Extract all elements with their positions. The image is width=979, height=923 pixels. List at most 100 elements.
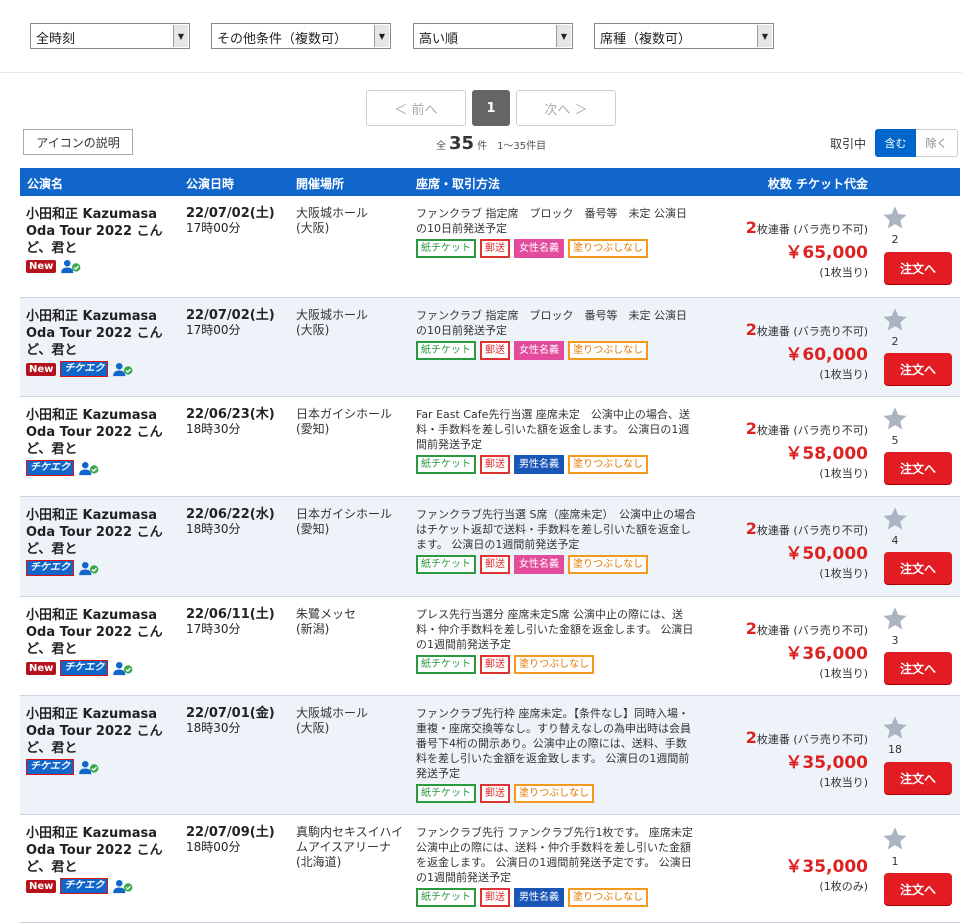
ticket-exchange-badge: チケエク (60, 361, 109, 377)
verified-user-icon (78, 760, 99, 775)
order-button[interactable]: 注文へ (884, 552, 952, 584)
badges: New チケエク (26, 878, 176, 894)
ticket-exchange-badge: チケエク (26, 560, 74, 576)
venue-region: (愛知) (296, 422, 330, 436)
name-holder-tag: 男性名義 (514, 455, 564, 474)
listing-row: 小田和正 Kazumasa Oda Tour 2022 こんど、君と チケエク … (20, 696, 960, 815)
favorite-star-icon[interactable] (881, 505, 909, 533)
favorite-star-icon[interactable] (881, 825, 909, 853)
trade-tags: 紙チケット 郵送 女性名義 塗りつぶしなし (416, 341, 696, 360)
other-conditions-select[interactable]: その他条件（複数可） ▼ (211, 23, 391, 49)
quantity-text: 2枚連番 (バラ売り不可) (746, 619, 868, 638)
time-filter-select[interactable]: 全時刻 ▼ (30, 23, 190, 49)
event-time: 18時00分 (186, 840, 241, 854)
exclude-trading-toggle[interactable]: 除く (916, 129, 958, 157)
mail-delivery-tag: 郵送 (480, 341, 510, 360)
next-page-button[interactable]: 次へ ＞ (516, 90, 616, 126)
event-name: 小田和正 Kazumasa Oda Tour 2022 こんど、君と (26, 608, 163, 657)
event-name-link[interactable]: 小田和正 Kazumasa Oda Tour 2022 こんど、君と New チケ… (26, 607, 176, 676)
paper-ticket-tag: 紙チケット (416, 784, 476, 803)
no-blackout-tag: 塗りつぶしなし (568, 888, 649, 907)
order-button[interactable]: 注文へ (884, 252, 952, 284)
order-button[interactable]: 注文へ (884, 762, 952, 794)
seat-info: ファンクラブ先行枠 座席未定。【条件なし】同時入場・重複・座席交換等なし。すり替… (416, 706, 696, 803)
seat-description: ファンクラブ先行 ファンクラブ先行1枚です。 座席未定 公演中止の際には、送料・… (416, 826, 704, 884)
order-button[interactable]: 注文へ (884, 452, 952, 484)
listing-row: 小田和正 Kazumasa Oda Tour 2022 こんど、君と New チケ… (20, 815, 960, 923)
mail-delivery-tag: 郵送 (480, 239, 510, 258)
event-name-link[interactable]: 小田和正 Kazumasa Oda Tour 2022 こんど、君と チケエク (26, 407, 176, 476)
seat-type-select[interactable]: 席種（複数可） ▼ (594, 23, 774, 49)
favorite-star-icon[interactable] (881, 306, 909, 334)
price-block: 2枚連番 (バラ売り不可) ￥50,000 (1枚当り) (746, 519, 868, 581)
name-holder-tag: 男性名義 (514, 888, 564, 907)
favorite-star-icon[interactable] (881, 405, 909, 433)
event-time: 18時30分 (186, 721, 241, 735)
event-name-link[interactable]: 小田和正 Kazumasa Oda Tour 2022 こんど、君と チケエク (26, 507, 176, 576)
ticket-exchange-badge: チケエク (26, 460, 74, 476)
price-block: 2枚連番 (バラ売り不可) ￥36,000 (1枚当り) (746, 619, 868, 681)
event-datetime: 22/06/22(水) 18時30分 (186, 507, 275, 537)
include-trading-toggle[interactable]: 含む (875, 129, 916, 157)
event-name: 小田和正 Kazumasa Oda Tour 2022 こんど、君と (26, 408, 163, 457)
event-name-link[interactable]: 小田和正 Kazumasa Oda Tour 2022 こんど、君と New チケ… (26, 308, 176, 377)
paper-ticket-tag: 紙チケット (416, 341, 476, 360)
total-unit: 件 (477, 141, 488, 152)
quantity-note: 枚連番 (バラ売り不可) (756, 424, 868, 437)
badges: New チケエク (26, 660, 176, 676)
prev-page-button[interactable]: ＜ 前へ (366, 90, 466, 126)
result-count: 全 35 件 1〜35件目 (436, 133, 546, 154)
badges: New (26, 259, 176, 274)
price-unit: (1枚当り) (819, 667, 868, 680)
event-time: 17時00分 (186, 221, 241, 235)
event-venue: 大阪城ホール (大阪) (296, 308, 368, 338)
favorite-star-icon[interactable] (881, 714, 909, 742)
favorite-count: 5 (891, 434, 899, 447)
venue-region: (大阪) (296, 221, 330, 235)
venue-name: 大阪城ホール (296, 706, 369, 720)
listing-row: 小田和正 Kazumasa Oda Tour 2022 こんど、君と チケエク … (20, 397, 960, 497)
no-blackout-tag: 塗りつぶしなし (568, 455, 649, 474)
trade-filter-label: 取引中 (830, 137, 867, 151)
venue-name: 大阪城ホール (296, 206, 369, 220)
listing-row: 小田和正 Kazumasa Oda Tour 2022 こんど、君と New 2… (20, 196, 960, 298)
seat-info: ファンクラブ 指定席 ブロック 番号等 未定 公演日の10日前発送予定 紙チケッ… (416, 206, 696, 258)
event-name-link[interactable]: 小田和正 Kazumasa Oda Tour 2022 こんど、君と チケエク (26, 706, 176, 775)
quantity-number: 2 (745, 218, 757, 237)
filter-bar: 全時刻 ▼ その他条件（複数可） ▼ 高い順 ▼ 席種（複数可） ▼ (0, 0, 962, 73)
ticket-price: ￥58,000 (785, 444, 868, 464)
event-name-link[interactable]: 小田和正 Kazumasa Oda Tour 2022 こんど、君と New チケ… (26, 825, 176, 894)
event-name: 小田和正 Kazumasa Oda Tour 2022 こんど、君と (26, 309, 163, 358)
badges: チケエク (26, 460, 176, 476)
order-button[interactable]: 注文へ (884, 353, 952, 385)
quantity-number: 2 (745, 419, 757, 438)
price-block: 2枚連番 (バラ売り不可) ￥60,000 (1枚当り) (746, 320, 868, 382)
seat-info: プレス先行当選分 座席未定S席 公演中止の際には、送料・仲介手数料を差し引いた金… (416, 607, 696, 674)
event-name-link[interactable]: 小田和正 Kazumasa Oda Tour 2022 こんど、君と New (26, 206, 176, 274)
page-1-button[interactable]: 1 (472, 90, 510, 126)
order-button[interactable]: 注文へ (884, 873, 952, 905)
verified-user-icon (112, 362, 133, 377)
venue-region: (北海道) (296, 855, 342, 869)
event-name: 小田和正 Kazumasa Oda Tour 2022 こんど、君と (26, 707, 163, 756)
icon-legend-button[interactable]: アイコンの説明 (23, 129, 133, 155)
order-button[interactable]: 注文へ (884, 652, 952, 684)
favorite-count: 2 (891, 335, 899, 348)
favorite-count: 1 (891, 855, 899, 868)
col-date: 公演日時 (186, 177, 235, 191)
paper-ticket-tag: 紙チケット (416, 239, 476, 258)
price-block: ￥35,000 (1枚のみ) (785, 851, 868, 894)
ticket-price: ￥65,000 (785, 243, 868, 263)
quantity-number: 2 (745, 320, 757, 339)
quantity-number: 2 (745, 519, 757, 538)
sort-select[interactable]: 高い順 ▼ (413, 23, 573, 49)
price-unit: (1枚当り) (819, 467, 868, 480)
venue-region: (大阪) (296, 721, 330, 735)
favorite-star-icon[interactable] (881, 204, 909, 232)
favorite-count: 4 (891, 534, 899, 547)
table-header: 公演名 公演日時 開催場所 座席・取引方法 枚数 チケット代金 (20, 168, 960, 196)
paper-ticket-tag: 紙チケット (416, 655, 476, 674)
favorite-star-icon[interactable] (881, 605, 909, 633)
mail-delivery-tag: 郵送 (480, 784, 510, 803)
badges: New チケエク (26, 361, 176, 377)
